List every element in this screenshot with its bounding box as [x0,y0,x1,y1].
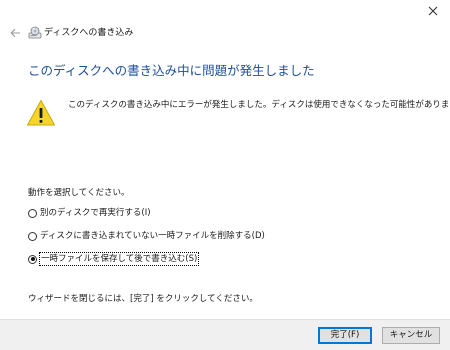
page-heading: このディスクへの書き込み中に問題が発生しました [28,63,315,78]
warning-icon [27,100,55,126]
close-icon [428,6,438,16]
option-retry-label: 別のディスクで再実行する(I) [40,208,151,218]
error-message: このディスクの書き込み中にエラーが発生しました。ディスクは使用できなくなった可能… [68,100,450,110]
finish-instruction: ウィザードを閉じるには、[完了] をクリックしてください。 [28,294,258,304]
back-arrow-icon [9,28,20,38]
option-retry-another-disc[interactable]: 別のディスクで再実行する(I) [28,206,151,220]
button-bar: 完了(F) キャンセル [0,319,450,350]
option-delete-temp-label: ディスクに書き込まれていない一時ファイルを削除する(D) [40,231,265,241]
disc-burner-icon [28,26,42,39]
option-delete-temp-files[interactable]: ディスクに書き込まれていない一時ファイルを削除する(D) [28,229,265,243]
action-prompt: 動作を選択してください。 [28,188,130,198]
finish-button[interactable]: 完了(F) [318,327,372,344]
radio-delete-temp[interactable] [28,231,37,241]
burn-disc-wizard-window: ディスクへの書き込み このディスクへの書き込み中に問題が発生しました このディス… [0,0,450,350]
option-save-temp-files[interactable]: 一時ファイルを保存して後で書き込む(S) [28,252,200,266]
radio-retry[interactable] [28,208,37,218]
option-save-temp-label: 一時ファイルを保存して後で書き込む(S) [38,252,200,266]
wizard-header: ディスクへの書き込み [0,24,450,42]
radio-save-temp[interactable] [28,254,37,264]
back-button[interactable] [8,26,22,40]
cancel-button[interactable]: キャンセル [382,327,440,344]
window-title: ディスクへの書き込み [44,28,134,38]
close-button[interactable] [422,2,444,20]
